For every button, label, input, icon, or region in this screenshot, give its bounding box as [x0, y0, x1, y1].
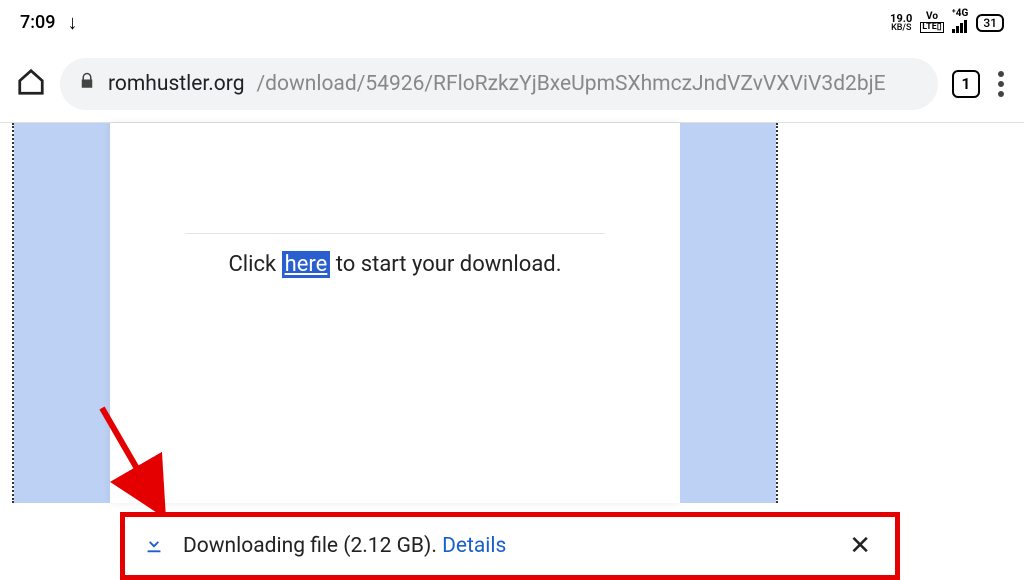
download-text-before: Click: [228, 252, 281, 277]
tab-switcher-button[interactable]: 1: [952, 70, 980, 98]
url-origin: romhustler.org: [108, 72, 244, 96]
download-arrow-icon: [143, 533, 165, 559]
download-status-text: Downloading file (2.12 GB). Details: [183, 534, 825, 558]
status-4g: ⁺4G: [952, 9, 969, 36]
download-notification-bar: Downloading file (2.12 GB). Details ✕: [120, 512, 900, 580]
signal-icon: [952, 19, 967, 33]
status-time: 7:09: [20, 12, 55, 33]
close-download-bar-button[interactable]: ✕: [843, 531, 877, 561]
webpage-viewport[interactable]: Click here to start your download.: [0, 123, 1024, 503]
download-details-link[interactable]: Details: [442, 534, 506, 558]
download-indicator-icon: ↓: [67, 10, 77, 35]
status-volte-icon: Vo LTE▯: [920, 12, 943, 33]
more-menu-button[interactable]: [994, 67, 1008, 101]
url-bar[interactable]: romhustler.org/download/54926/RFloRzkzYj…: [60, 58, 938, 110]
download-text-after: to start your download.: [330, 252, 561, 277]
page-content: Click here to start your download.: [110, 123, 680, 503]
battery-icon: 31: [976, 14, 1004, 32]
url-path: /download/54926/RFloRzkzYjBxeUpmSXhmczJn…: [256, 72, 885, 96]
status-network-speed: 19.0 KB/S: [890, 13, 912, 33]
lock-icon: [78, 72, 96, 96]
download-link[interactable]: here: [282, 251, 331, 278]
status-bar: 7:09 ↓ 19.0 KB/S Vo LTE▯ ⁺4G 31: [0, 0, 1024, 45]
home-button[interactable]: [16, 67, 46, 101]
browser-toolbar: romhustler.org/download/54926/RFloRzkzYj…: [0, 45, 1024, 123]
